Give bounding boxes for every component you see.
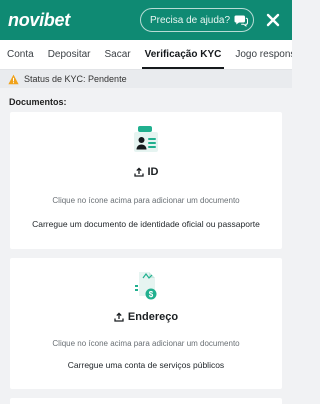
warning-icon [8,74,19,85]
svg-text:$: $ [149,290,154,299]
close-icon [266,13,280,27]
novibet-logo[interactable]: novibet [8,10,70,31]
tab-verificacao-kyc[interactable]: Verificação KYC [138,40,229,69]
tab-conta[interactable]: Conta [0,40,41,69]
upload-icon [114,312,124,322]
tab-sacar[interactable]: Sacar [98,40,138,69]
kyc-status-bar: Status de KYC: Pendente [0,70,292,88]
id-document-card: ID Clique no ícone acima para adicionar … [10,112,282,249]
address-heading[interactable]: Endereço [114,311,178,323]
id-card-icon[interactable] [127,122,165,160]
tab-jogo-responsavel[interactable]: Jogo responsável [228,40,292,69]
documents-title: Documentos: [9,97,67,107]
next-document-card [10,398,282,404]
chat-icon [233,12,249,28]
id-hint: Clique no ícone acima para adicionar um … [52,196,240,205]
kyc-status-text: Status de KYC: Pendente [24,74,127,84]
address-description: Carregue uma conta de serviços públicos [67,360,225,370]
app-header: novibet Precisa de ajuda? [0,0,292,40]
address-document-card: $ Endereço Clique no ícone acima para ad… [10,258,282,389]
address-hint: Clique no ícone acima para adicionar um … [52,339,240,348]
id-heading[interactable]: ID [133,166,159,178]
help-button[interactable]: Precisa de ajuda? [140,8,254,32]
help-button-label: Precisa de ajuda? [150,14,231,26]
tab-depositar[interactable]: Depositar [41,40,98,69]
upload-icon [133,167,144,177]
id-description: Carregue um documento de identidade ofic… [32,219,260,229]
id-heading-label: ID [147,166,159,178]
account-tabs: Conta Depositar Sacar Verificação KYC Jo… [0,40,292,70]
address-document-icon[interactable]: $ [127,267,165,305]
close-button[interactable] [262,9,284,31]
address-heading-label: Endereço [127,311,179,323]
